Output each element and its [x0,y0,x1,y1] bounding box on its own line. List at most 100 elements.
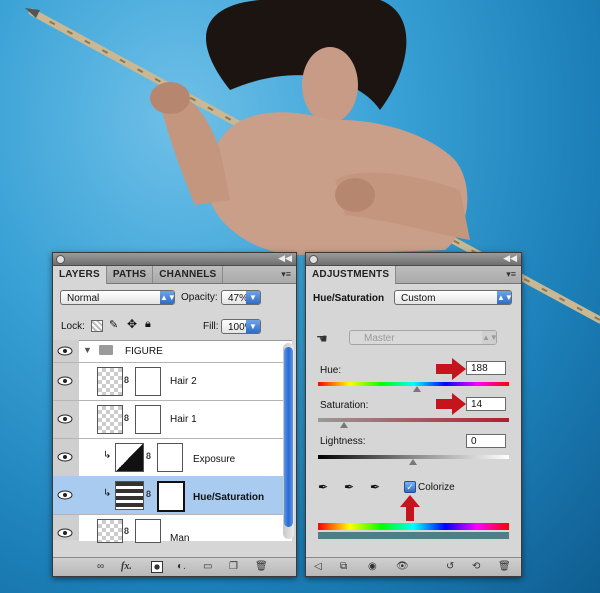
saturation-slider-thumb[interactable] [340,422,348,428]
layer-row-hue-saturation[interactable]: ↳ 𝟖 Hue/Saturation [53,476,292,515]
fill-field[interactable]: 100% ▼ [221,319,261,334]
lightness-input[interactable]: 0 [466,434,506,448]
clip-arrow-icon: ↳ [103,450,112,461]
layer-row-man[interactable]: 𝟖 Man [53,514,292,546]
collapse-icon[interactable]: ◀◀ [503,253,517,264]
layers-panel-titlebar[interactable]: ◀◀ [53,253,296,266]
fx-icon[interactable]: fx. [121,561,132,572]
chevron-down-icon: ▼ [246,320,260,333]
back-icon[interactable]: ◁ [314,561,322,572]
colorize-checkbox[interactable]: ✓ [404,481,416,493]
hue-input[interactable]: 188 [466,361,506,375]
preset-select[interactable]: Custom ▲▼ [394,290,513,305]
layers-scrollbar[interactable] [283,343,294,539]
chevron-down-icon: ▲▼ [160,291,176,304]
clip-arrow-icon: ↳ [103,488,112,499]
eye-icon[interactable] [57,414,73,424]
layer-mask-thumbnail[interactable] [135,367,161,396]
hue-saturation-adjustment-icon[interactable] [115,481,144,510]
hue-label: Hue: [320,365,342,376]
panel-menu-icon[interactable]: ▾≡ [506,269,516,280]
chevron-down-icon: ▲▼ [497,291,513,304]
adjustment-icon[interactable]: ◐. [177,561,186,572]
eye-icon[interactable]: 👁︎ [396,561,409,572]
red-arrow-annotation [400,495,420,521]
exposure-adjustment-icon[interactable] [115,443,144,472]
group-expand-icon[interactable]: ▼ [83,345,92,355]
trash-icon[interactable]: 🗑︎ [498,561,511,572]
on-image-adjust-icon[interactable]: ☚ [316,331,328,347]
blend-mode-value: Normal [67,293,100,304]
adjustments-panel-titlebar[interactable]: ◀◀ [306,253,521,266]
lock-transparent-icon[interactable] [91,320,103,332]
saturation-input[interactable]: 14 [466,397,506,411]
lightness-slider-thumb[interactable] [409,459,417,465]
layer-mask-thumbnail[interactable] [135,519,161,543]
eye-icon[interactable] [57,490,73,500]
opacity-value: 47% [228,293,249,304]
trash-icon[interactable]: 🗑︎ [255,561,268,572]
blend-mode-select[interactable]: Normal ▲▼ [60,290,176,305]
layer-row-hair-2[interactable]: 𝟖 Hair 2 [53,362,292,401]
visibility-icon[interactable]: ◉ [368,561,377,572]
layer-row-hair-1[interactable]: 𝟖 Hair 1 [53,400,292,439]
new-layer-icon[interactable]: ❐ [229,561,238,572]
collapse-icon[interactable]: ◀◀ [278,253,292,264]
folder-icon[interactable]: ▭ [203,561,212,572]
layer-name: Hair 2 [170,376,197,387]
red-arrow-annotation [436,358,466,380]
link-icon: 𝟖 [124,413,130,423]
scrollbar-thumb[interactable] [284,347,293,527]
clip-icon[interactable]: ⧉ [340,561,347,572]
layers-panel: ◀◀ LAYERS PATHS CHANNELS ▾≡ Normal ▲▼ Op… [52,252,297,577]
link-icon: 𝟖 [124,526,130,536]
opacity-field[interactable]: 47% ▼ [221,290,261,305]
adjustments-panel: ◀◀ ADJUSTMENTS ▾≡ Hue/Saturation Custom … [305,252,522,577]
tab-adjustments[interactable]: ADJUSTMENTS [306,266,397,284]
previous-state-icon[interactable]: ↺ [446,561,454,572]
hue-value: 188 [471,363,488,374]
layer-row-figure[interactable]: ▼ FIGURE [53,340,292,363]
red-arrow-annotation [436,393,466,415]
reset-icon[interactable]: ⟲ [472,561,480,572]
close-icon[interactable] [56,255,65,264]
result-color-bar [318,532,509,539]
eyedropper-subtract-icon[interactable]: ✒ [370,480,380,494]
chevron-down-icon: ▲▼ [482,331,498,344]
link-icon: 𝟖 [124,375,130,385]
lightness-value: 0 [471,436,477,447]
lock-paint-icon[interactable]: ✎ [109,318,118,331]
eye-icon[interactable] [57,528,73,538]
adjustments-footer: ◁ ⧉ ◉ 👁︎ ↺ ⟲ 🗑︎ [306,557,521,576]
lock-move-icon[interactable]: ✥ [127,317,137,331]
eyedropper-icon[interactable]: ✒ [318,480,328,494]
colorize-label: Colorize [418,482,455,493]
tab-layers[interactable]: LAYERS [53,266,107,284]
eye-icon[interactable] [57,376,73,386]
preset-value: Custom [401,293,436,304]
layer-row-exposure[interactable]: ↳ 𝟖 Exposure [53,438,292,477]
layer-mask-thumbnail[interactable] [157,443,183,472]
eye-icon[interactable] [57,346,73,356]
close-icon[interactable] [309,255,318,264]
layers-tab-bar: LAYERS PATHS CHANNELS ▾≡ [53,266,296,284]
channel-select[interactable]: Master ▲▼ [349,330,498,345]
eye-icon[interactable] [57,452,73,462]
layer-name: Man [170,533,190,544]
layer-thumbnail [97,367,123,396]
chevron-down-icon: ▼ [246,291,260,304]
mask-icon[interactable] [151,561,163,573]
tab-channels[interactable]: CHANNELS [153,266,224,283]
panel-menu-icon[interactable]: ▾≡ [281,269,291,280]
source-color-bar [318,523,509,530]
eyedropper-add-icon[interactable]: ✒ [344,480,354,494]
link-icon[interactable]: ∞ [97,561,104,572]
layer-mask-thumbnail[interactable] [157,481,185,512]
lock-label: Lock: [61,321,85,332]
tab-paths[interactable]: PATHS [107,266,154,283]
layer-mask-thumbnail[interactable] [135,405,161,434]
layer-name: FIGURE [125,346,163,357]
lock-all-icon[interactable]: 🔒︎ [145,318,151,331]
hue-slider-thumb[interactable] [413,386,421,392]
opacity-label: Opacity: [181,292,218,303]
